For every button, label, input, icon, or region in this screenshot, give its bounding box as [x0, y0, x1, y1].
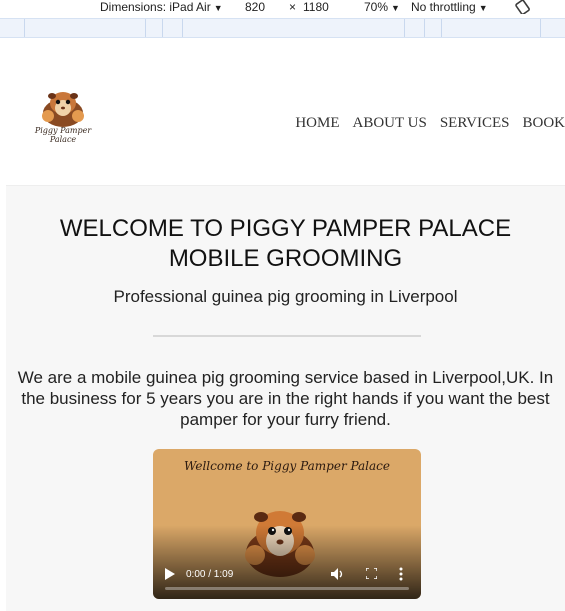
media-query-segment[interactable]	[24, 19, 25, 37]
nav-about-us[interactable]: ABOUT US	[353, 115, 427, 132]
hero-subtitle: Professional guinea pig grooming in Live…	[113, 287, 458, 306]
more-vert-icon[interactable]	[399, 567, 403, 581]
rotate-icon[interactable]	[514, 0, 532, 14]
intro-video[interactable]: Wellcome to Piggy Pamper Palace 0:00 / 1…	[153, 449, 421, 599]
throttling-label: No throttling	[411, 0, 476, 14]
media-query-segment[interactable]	[145, 19, 146, 37]
nav-home[interactable]: HOME	[295, 115, 339, 132]
volume-icon[interactable]	[331, 568, 344, 580]
guinea-pig-logo-icon	[42, 92, 84, 127]
site-header: Piggy Pamper Palace HOME ABOUT US SERVIC…	[6, 60, 565, 186]
chevron-down-icon: ▼	[391, 3, 400, 13]
media-query-segment[interactable]	[182, 19, 183, 37]
hero-section: WELCOME TO PIGGY PAMPER PALACE MOBILE GR…	[6, 186, 565, 611]
chevron-down-icon: ▼	[213, 3, 223, 13]
device-select-label: Dimensions: iPad Air	[100, 0, 211, 14]
toolbar-gutter	[0, 38, 565, 60]
media-query-bar[interactable]	[0, 18, 565, 38]
device-toolbar: Dimensions: iPad Air ▼ 820 × 1180 70% ▼ No…	[0, 0, 565, 18]
site-logo[interactable]: Piggy Pamper Palace	[32, 86, 94, 156]
times-sign: ×	[289, 0, 297, 14]
play-icon[interactable]	[165, 568, 175, 580]
device-select[interactable]: Dimensions: iPad Air ▼	[100, 0, 223, 16]
media-query-segment[interactable]	[540, 19, 541, 37]
media-query-segment[interactable]	[162, 19, 163, 37]
divider	[153, 335, 421, 337]
main-nav: HOME ABOUT US SERVICES BOOK	[282, 115, 565, 132]
zoom-select[interactable]: 70% ▼	[364, 0, 400, 16]
intro-paragraph: We are a mobile guinea pig grooming serv…	[17, 368, 554, 429]
throttling-select[interactable]: No throttling ▼	[411, 0, 488, 16]
video-time: 0:00 / 1:09	[186, 569, 234, 580]
height-input[interactable]: 1180	[303, 0, 329, 16]
width-input[interactable]: 820	[245, 0, 265, 16]
page-title: WELCOME TO PIGGY PAMPER PALACE MOBILE GR…	[59, 215, 512, 272]
media-query-segment[interactable]	[404, 19, 405, 37]
media-query-segment[interactable]	[441, 19, 442, 37]
chevron-down-icon: ▼	[478, 3, 488, 13]
nav-book[interactable]: BOOK	[522, 115, 565, 132]
video-overlay-title: Wellcome to Piggy Pamper Palace	[183, 459, 390, 473]
zoom-label: 70%	[364, 0, 389, 14]
device-viewport: Piggy Pamper Palace HOME ABOUT US SERVIC…	[6, 60, 565, 611]
nav-services[interactable]: SERVICES	[440, 115, 510, 132]
fullscreen-icon[interactable]	[366, 568, 377, 579]
media-query-segment[interactable]	[424, 19, 425, 37]
logo-text: Piggy Pamper Palace	[34, 126, 92, 144]
video-progress-bar[interactable]	[165, 587, 409, 590]
video-controls: 0:00 / 1:09	[153, 559, 421, 599]
